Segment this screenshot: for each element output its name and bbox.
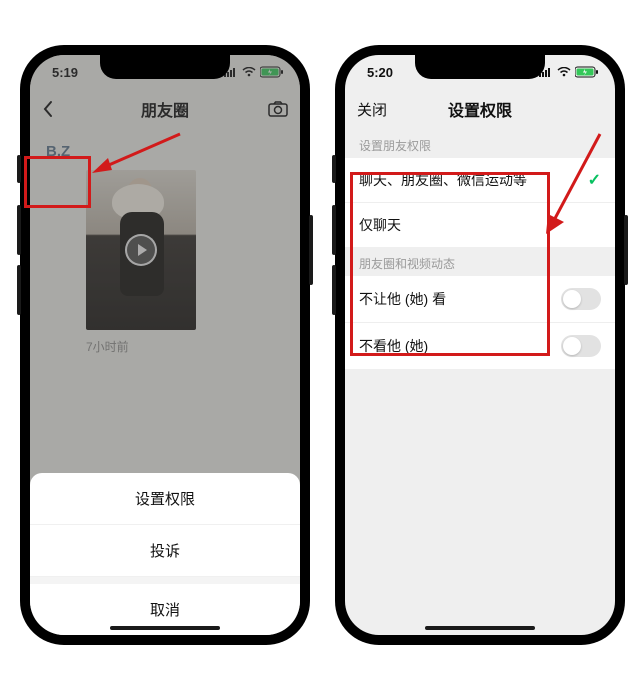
post-time: 7小时前 <box>86 338 286 355</box>
play-icon <box>125 234 157 266</box>
moments-feed: B.Z 7小时前 <box>30 129 300 363</box>
option-chat-only-label: 仅聊天 <box>359 215 401 235</box>
option-hide-my-moments[interactable]: 不让他 (她) 看 <box>345 276 615 323</box>
notch <box>415 55 545 79</box>
section-header-friend-permission: 设置朋友权限 <box>345 129 615 158</box>
permission-group-1: 聊天、朋友圈、微信运动等 ✓ 仅聊天 <box>345 158 615 247</box>
video-thumbnail[interactable] <box>86 170 196 330</box>
action-sheet: 设置权限 投诉 取消 <box>30 473 300 635</box>
toggle-hide-my[interactable] <box>561 288 601 310</box>
back-button[interactable] <box>42 100 72 118</box>
home-indicator[interactable] <box>425 626 535 630</box>
phone-frame-left: 5:19 朋友圈 B.Z <box>20 45 310 645</box>
hide-my-label: 不让他 (她) 看 <box>359 289 446 309</box>
battery-charging-icon <box>575 66 599 78</box>
sheet-set-permission[interactable]: 设置权限 <box>30 473 300 525</box>
status-time: 5:20 <box>367 65 393 80</box>
section-header-moments-video: 朋友圈和视频动态 <box>345 247 615 276</box>
screen-left: 5:19 朋友圈 B.Z <box>30 55 300 635</box>
nav-title: 朋友圈 <box>72 97 258 121</box>
sheet-report[interactable]: 投诉 <box>30 525 300 577</box>
notch <box>100 55 230 79</box>
battery-charging-icon <box>260 66 284 78</box>
wifi-icon <box>242 67 256 77</box>
close-button[interactable]: 关闭 <box>357 99 401 120</box>
hide-their-label: 不看他 (她) <box>359 336 428 356</box>
wifi-icon <box>557 67 571 77</box>
option-all[interactable]: 聊天、朋友圈、微信运动等 ✓ <box>345 158 615 203</box>
phone-frame-right: 5:20 关闭 设置权限 设置朋友权限 聊天、朋友圈、微信运动等 ✓ <box>335 45 625 645</box>
nav-title: 设置权限 <box>401 97 559 121</box>
chevron-left-icon <box>42 100 54 118</box>
nav-bar-moments: 朋友圈 <box>30 89 300 129</box>
option-hide-their-moments[interactable]: 不看他 (她) <box>345 323 615 369</box>
screen-right: 5:20 关闭 设置权限 设置朋友权限 聊天、朋友圈、微信运动等 ✓ <box>345 55 615 635</box>
moments-post[interactable]: 7小时前 <box>86 170 286 355</box>
option-chat-only[interactable]: 仅聊天 <box>345 203 615 247</box>
home-indicator[interactable] <box>110 626 220 630</box>
check-icon: ✓ <box>588 170 601 190</box>
nav-bar-permissions: 关闭 设置权限 <box>345 89 615 129</box>
status-time: 5:19 <box>52 65 78 80</box>
camera-icon <box>268 101 288 117</box>
camera-button[interactable] <box>258 101 288 117</box>
permission-group-2: 不让他 (她) 看 不看他 (她) <box>345 276 615 369</box>
user-name[interactable]: B.Z <box>46 143 286 160</box>
option-all-label: 聊天、朋友圈、微信运动等 <box>359 170 527 190</box>
toggle-hide-their[interactable] <box>561 335 601 357</box>
